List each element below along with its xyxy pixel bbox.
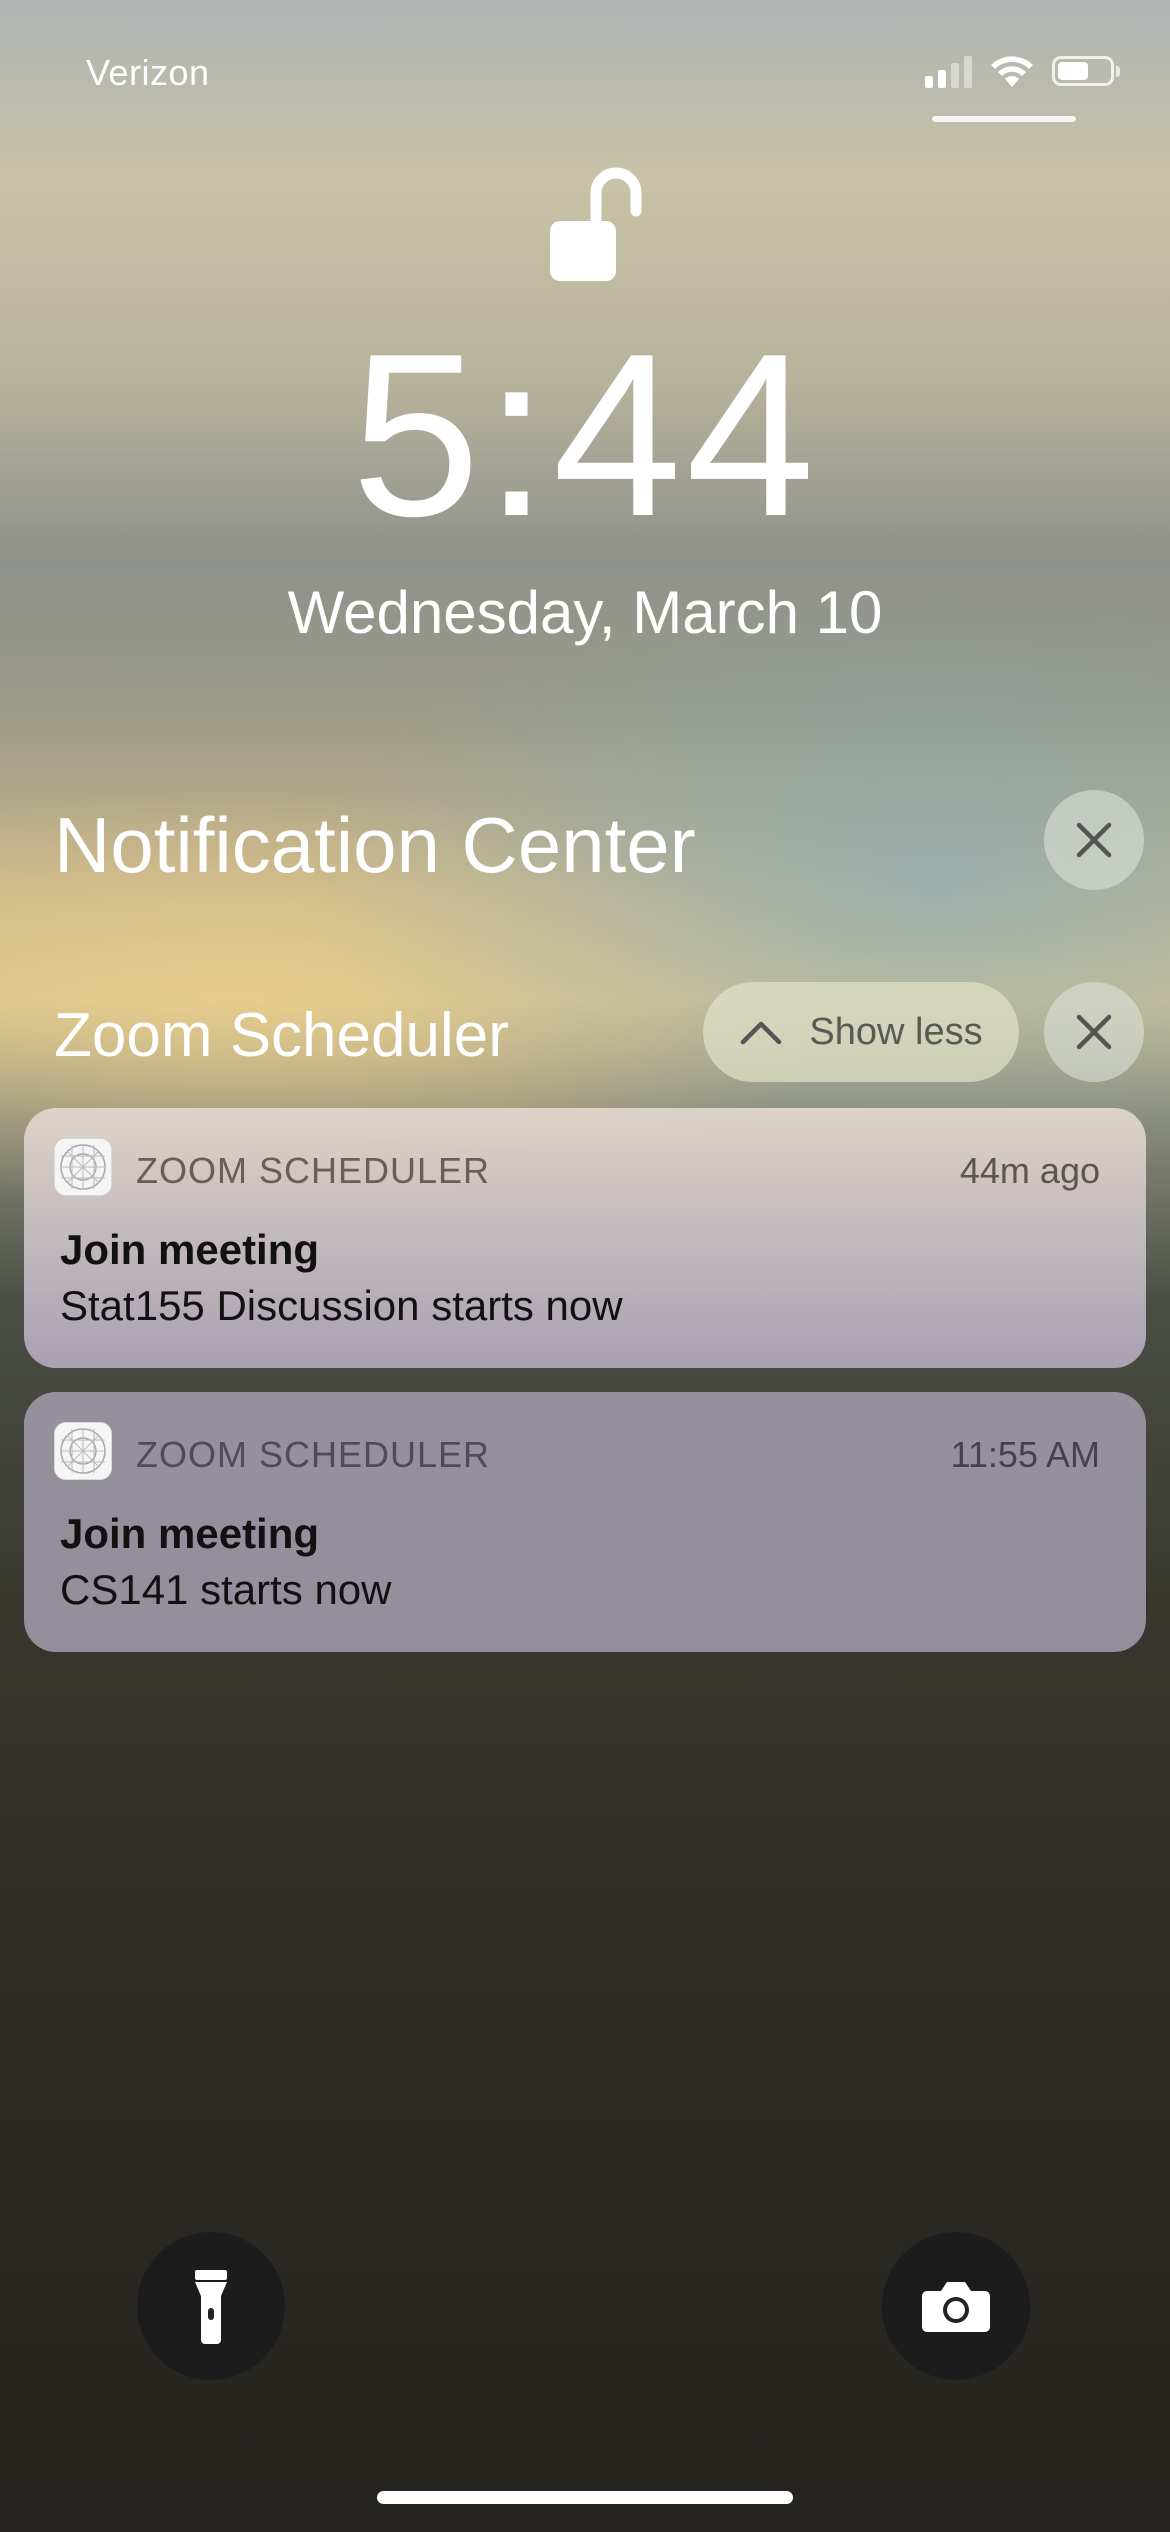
notification-title: Join meeting — [60, 1226, 320, 1273]
close-icon — [1076, 1014, 1112, 1050]
notification-center-title: Notification Center — [54, 801, 696, 889]
zoom-scheduler-app-icon — [54, 1422, 112, 1480]
notification-app-name: ZOOM SCHEDULER — [136, 1434, 491, 1475]
clear-group-button[interactable] — [1044, 982, 1144, 1082]
status-icons — [925, 54, 1120, 88]
show-less-button[interactable]: Show less — [703, 982, 1019, 1082]
notification-body: CS141 starts now — [60, 1566, 392, 1613]
chevron-up-icon — [741, 1021, 782, 1045]
camera-icon — [922, 2282, 990, 2332]
signal-icon — [925, 54, 972, 88]
zoom-scheduler-app-icon — [54, 1138, 112, 1196]
notification-title: Join meeting — [60, 1510, 320, 1557]
home-indicator[interactable] — [377, 2491, 793, 2504]
notification-body: Stat155 Discussion starts now — [60, 1282, 623, 1329]
notification-card[interactable]: ZOOM SCHEDULER 11:55 AM Join meeting CS1… — [24, 1392, 1146, 1652]
flashlight-button[interactable] — [137, 2232, 285, 2380]
close-icon — [1076, 822, 1112, 858]
flashlight-icon — [195, 2270, 227, 2344]
carrier-label: Verizon — [86, 52, 210, 93]
camera-button[interactable] — [882, 2232, 1030, 2380]
notification-time: 11:55 AM — [950, 1434, 1100, 1475]
unlocked-padlock-icon — [550, 167, 642, 281]
show-less-label: Show less — [809, 1010, 983, 1053]
notification-group-title: Zoom Scheduler — [54, 1001, 509, 1070]
clear-all-notifications-button[interactable] — [1044, 790, 1144, 890]
wifi-icon — [991, 56, 1033, 87]
status-bar: Verizon — [0, 0, 1170, 140]
control-center-indicator[interactable] — [932, 116, 1076, 122]
notification-app-name: ZOOM SCHEDULER — [136, 1150, 491, 1191]
notification-time: 44m ago — [959, 1150, 1100, 1191]
battery-icon — [1052, 56, 1120, 86]
lock-screen-date: Wednesday, March 10 — [287, 579, 883, 646]
lock-screen-time: 5:44 — [351, 306, 819, 565]
notification-card[interactable]: ZOOM SCHEDULER 44m ago Join meeting Stat… — [24, 1108, 1146, 1368]
